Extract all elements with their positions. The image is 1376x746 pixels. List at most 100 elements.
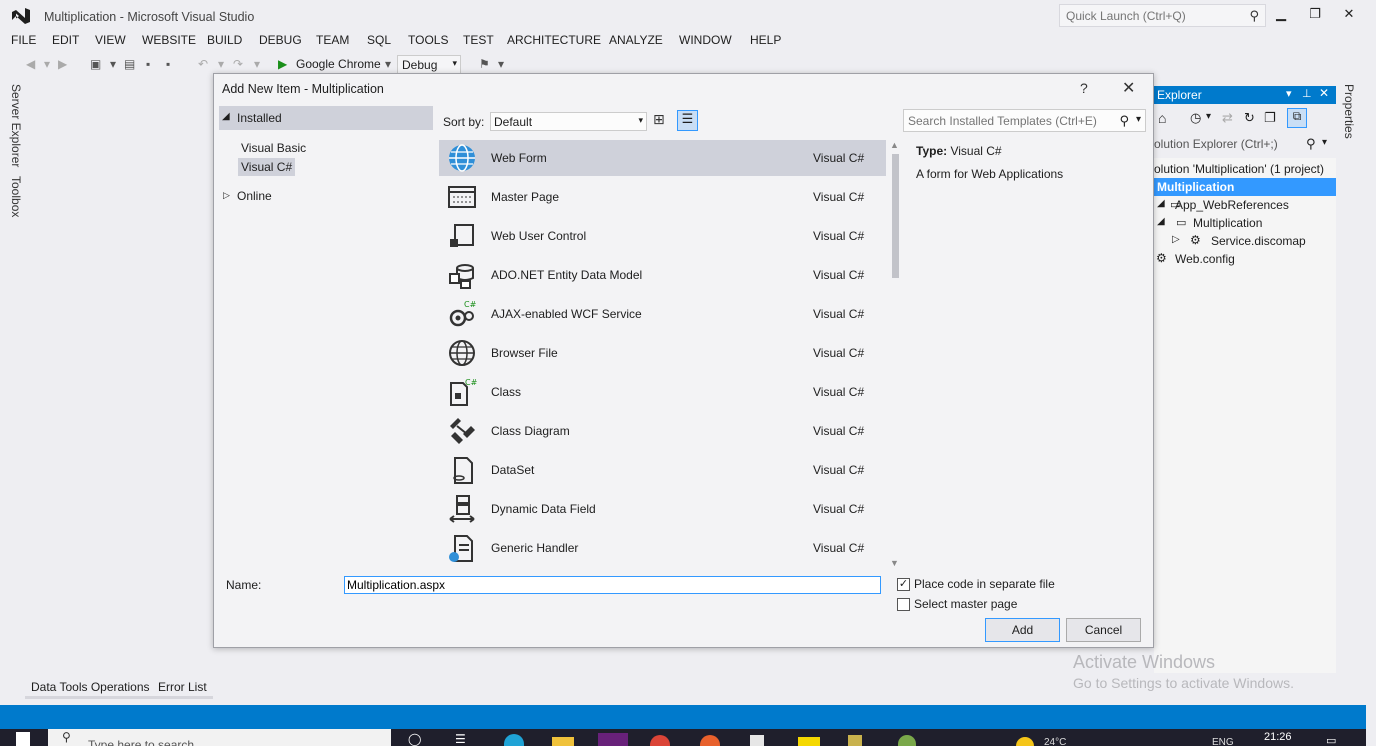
template-row-ajax-wcf-service[interactable]: C# AJAX-enabled WCF Service Visual C# <box>439 296 886 332</box>
language-indicator[interactable]: ENG <box>1212 737 1234 746</box>
expand-arrow-icon[interactable]: ◢ <box>1157 216 1165 227</box>
place-code-checkbox[interactable]: ✓ <box>897 578 910 591</box>
template-row-class-diagram[interactable]: Class Diagram Visual C# <box>439 413 886 449</box>
solution-explorer-search[interactable]: olution Explorer (Ctrl+;) ⚲ ▾ <box>1154 134 1336 154</box>
clock-time[interactable]: 21:26 <box>1264 731 1292 743</box>
history-icon[interactable]: ◷ <box>1190 110 1201 126</box>
menu-test[interactable]: TEST <box>463 33 494 47</box>
template-row-web-form[interactable]: Web Form Visual C# <box>439 140 886 176</box>
menu-sql[interactable]: SQL <box>367 33 391 47</box>
navigate-back-icon[interactable]: ◀ <box>26 57 35 71</box>
tab-error-list[interactable]: Error List <box>152 678 213 699</box>
menu-edit[interactable]: EDIT <box>52 33 79 47</box>
run-target[interactable]: Google Chrome <box>296 57 381 71</box>
undo-icon[interactable]: ↶ <box>198 57 208 71</box>
dropdown-arrow-icon[interactable]: ▾ <box>218 57 224 71</box>
file-explorer-icon[interactable] <box>552 737 574 746</box>
dropdown-arrow-icon[interactable]: ▾ <box>385 57 391 71</box>
menu-team[interactable]: TEAM <box>316 33 349 47</box>
menu-architecture[interactable]: ARCHITECTURE <box>507 33 601 47</box>
visual-studio-taskbar-icon[interactable] <box>598 733 628 746</box>
taskbar-search-box[interactable]: ⚲ Type here to search <box>48 729 391 746</box>
notifications-icon[interactable]: ▭ <box>1326 734 1336 746</box>
show-all-files-icon[interactable]: ⧉ <box>1287 108 1307 128</box>
menu-file[interactable]: FILE <box>11 33 36 47</box>
template-row-dataset[interactable]: DataSet Visual C# <box>439 452 886 488</box>
tree-node-installed[interactable]: ◢ Installed <box>219 106 433 130</box>
sticky-notes-icon[interactable] <box>798 737 820 746</box>
template-row-class[interactable]: C# Class Visual C# <box>439 374 886 410</box>
dropdown-arrow-icon[interactable]: ▾ <box>1322 137 1327 148</box>
refresh-icon[interactable]: ↻ <box>1244 110 1255 126</box>
project-node-selected[interactable]: Multiplication <box>1154 178 1336 196</box>
redo-icon[interactable]: ↷ <box>233 57 243 71</box>
collapsed-arrow-icon[interactable]: ▷ <box>223 190 230 201</box>
task-view-icon[interactable]: ◯ <box>408 732 421 746</box>
menu-analyze[interactable]: ANALYZE <box>609 33 663 47</box>
menu-debug[interactable]: DEBUG <box>259 33 302 47</box>
template-list-scrollbar[interactable]: ▲ ▼ <box>887 140 903 571</box>
new-project-icon[interactable]: ▣ <box>90 57 101 71</box>
weather-temperature[interactable]: 24°C <box>1044 737 1066 746</box>
template-row-ado-net-entity-data-model[interactable]: ADO.NET Entity Data Model Visual C# <box>439 257 886 293</box>
dialog-close-button[interactable]: ✕ <box>1122 78 1135 98</box>
tree-item-web-config[interactable]: Web.config <box>1175 252 1235 266</box>
start-debugging-icon[interactable]: ▶ <box>278 57 287 71</box>
tree-node-visual-basic[interactable]: Visual Basic <box>241 141 306 155</box>
search-icon[interactable]: ⚲ <box>1119 113 1129 129</box>
toolbar-options-icon[interactable]: ▾ <box>498 57 504 71</box>
weather-icon[interactable] <box>1016 737 1034 746</box>
dropdown-arrow-icon[interactable]: ▾ <box>44 57 50 71</box>
tree-item-multiplication-folder[interactable]: Multiplication <box>1193 216 1262 230</box>
expanded-arrow-icon[interactable]: ◢ <box>222 111 230 122</box>
dropdown-arrow-icon[interactable]: ▾ <box>110 57 116 71</box>
taskbar-app-icon[interactable]: ☰ <box>455 732 466 746</box>
quick-launch-box[interactable]: ⚲ <box>1059 4 1266 27</box>
name-input[interactable] <box>344 576 881 594</box>
sort-by-combo[interactable]: Default ▾ <box>490 112 647 131</box>
dropdown-arrow-icon[interactable]: ▾ <box>1286 87 1292 100</box>
dropdown-arrow-icon[interactable]: ▾ <box>1206 111 1211 122</box>
template-row-dynamic-data-field[interactable]: Dynamic Data Field Visual C# <box>439 491 886 527</box>
scroll-down-icon[interactable]: ▼ <box>890 558 899 568</box>
tab-data-tools-operations[interactable]: Data Tools Operations <box>25 678 156 699</box>
search-templates-input[interactable] <box>904 110 1116 131</box>
scrollbar-thumb[interactable] <box>892 154 899 278</box>
chrome-icon[interactable] <box>650 735 670 746</box>
menu-help[interactable]: HELP <box>750 33 781 47</box>
scroll-up-icon[interactable]: ▲ <box>890 140 899 150</box>
minimize-button[interactable]: ▁ <box>1268 6 1294 26</box>
app-icon[interactable] <box>700 735 720 746</box>
tree-item-service-discomap[interactable]: Service.discomap <box>1211 234 1306 248</box>
save-icon[interactable]: ▪ <box>146 57 150 71</box>
document-icon[interactable] <box>750 735 764 746</box>
template-row-master-page[interactable]: Master Page Visual C# <box>439 179 886 215</box>
search-icon[interactable]: ⚲ <box>1249 8 1259 24</box>
cancel-button[interactable]: Cancel <box>1066 618 1141 642</box>
server-explorer-tab[interactable]: Server Explorer <box>9 84 23 167</box>
expand-arrow-icon[interactable]: ◢ <box>1157 198 1165 209</box>
restore-button[interactable]: ❐ <box>1302 6 1328 26</box>
template-row-web-user-control[interactable]: Web User Control Visual C# <box>439 218 886 254</box>
toolbox-tab[interactable]: Toolbox <box>9 176 23 217</box>
close-icon[interactable]: ✕ <box>1319 86 1329 100</box>
tree-item-app-webreferences[interactable]: App_WebReferences <box>1175 198 1289 212</box>
help-button[interactable]: ? <box>1080 80 1088 96</box>
configuration-combo[interactable]: Debug ▾ <box>397 55 461 74</box>
template-row-browser-file[interactable]: Browser File Visual C# <box>439 335 886 371</box>
collapse-all-icon[interactable]: ❐ <box>1264 110 1276 126</box>
open-file-icon[interactable]: ▤ <box>124 57 135 71</box>
select-master-page-label[interactable]: Select master page <box>914 597 1017 611</box>
quick-launch-input[interactable] <box>1060 5 1235 26</box>
menu-view[interactable]: VIEW <box>95 33 126 47</box>
list-view-icon[interactable]: ☰ <box>677 110 698 131</box>
attach-icon[interactable]: ⚑ <box>479 57 490 71</box>
tree-node-online[interactable]: Online <box>237 189 272 203</box>
medium-icons-view-icon[interactable]: ⊞ <box>653 111 665 128</box>
windows-start-icon[interactable] <box>16 732 30 746</box>
dropdown-arrow-icon[interactable]: ▾ <box>1136 114 1141 125</box>
menu-tools[interactable]: TOOLS <box>408 33 448 47</box>
sync-icon[interactable]: ⇄ <box>1222 110 1233 126</box>
menu-build[interactable]: BUILD <box>207 33 242 47</box>
place-code-label[interactable]: Place code in separate file <box>914 577 1055 591</box>
